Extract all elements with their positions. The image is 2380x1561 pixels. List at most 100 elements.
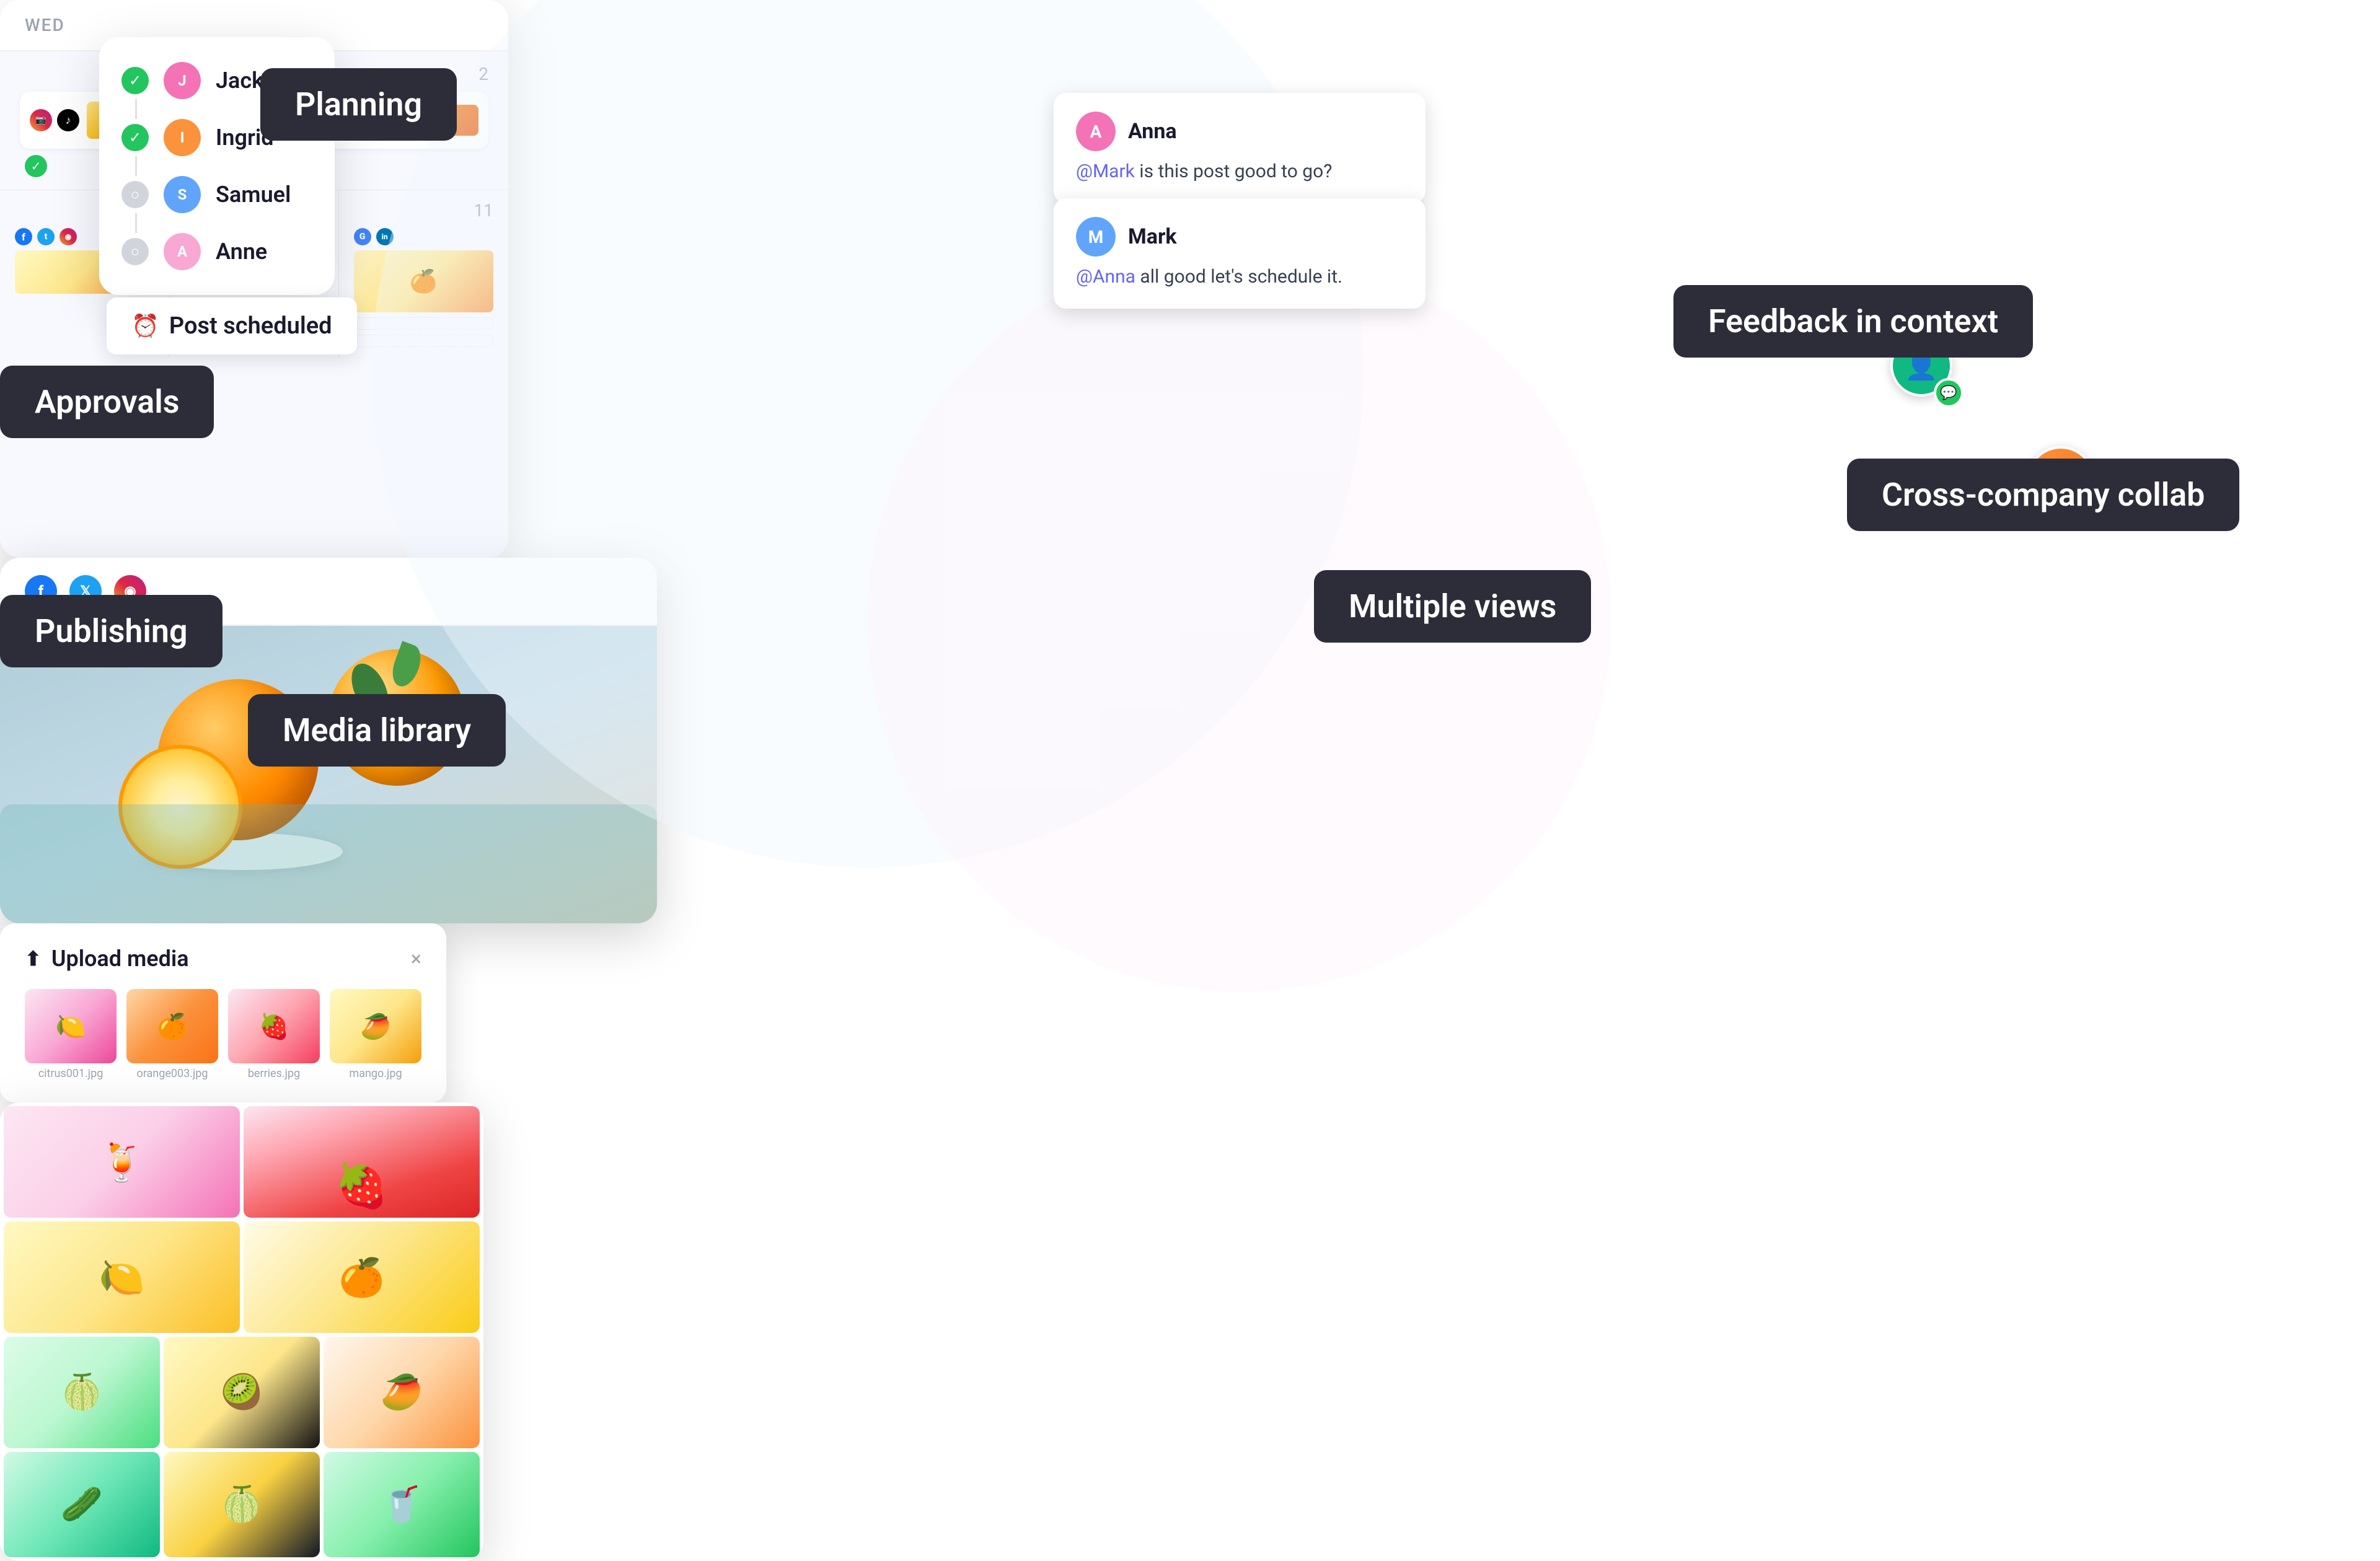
post-image-container	[0, 626, 657, 923]
linkedin-icon-11: in	[376, 228, 394, 245]
publishing-label-badge: Publishing	[0, 595, 223, 667]
approval-name-jack: Jack	[216, 68, 263, 94]
post-check-circle: ✓	[25, 155, 47, 177]
avatar-ingrid: I	[164, 119, 201, 156]
mark-comment-body: all good let's schedule it.	[1140, 266, 1342, 288]
avatar-mark-comment: M	[1076, 217, 1116, 257]
cloth	[0, 804, 657, 923]
media-label-1: citrus001.jpg	[25, 1067, 117, 1080]
post-thumb-11: 🍊	[354, 250, 493, 312]
icon-smoothie: 🥤	[381, 1485, 423, 1524]
tiktok-icon-small: ♪	[57, 109, 79, 131]
feedback-in-context-badge: Feedback in context	[1673, 285, 2033, 358]
social-icons-11: G in	[354, 228, 493, 245]
clock-icon: ⏰	[131, 313, 159, 339]
img-strawberry: 🍓	[244, 1106, 480, 1218]
media-thumb-2[interactable]: 🍊 orange003.jpg	[126, 989, 218, 1080]
icon-extra1: 🥒	[61, 1485, 103, 1524]
mg-item-lime: 🍈	[4, 1337, 160, 1448]
media-thumb-yellow: 🥭	[330, 989, 421, 1063]
approval-avatar-anne: A	[164, 233, 201, 270]
post-scheduled-text: Post scheduled	[169, 312, 332, 340]
mg-item-pink-drink: 🍹	[4, 1106, 240, 1218]
media-thumb-1[interactable]: 🍋 citrus001.jpg	[25, 989, 117, 1080]
cal-col-11: 11 G in 🍊	[339, 190, 508, 357]
icon-papaya: 🥭	[381, 1373, 423, 1412]
planning-label-badge: Planning	[260, 68, 457, 141]
img-extra1: 🥒	[4, 1452, 160, 1557]
instagram-icon-9: ◉	[60, 228, 77, 245]
img-smoothie: 🥤	[324, 1452, 480, 1557]
media-grid-card: 🍹 🍓 🍋 🍊 🍈	[0, 1102, 483, 1561]
avatar-badge-1: 💬	[1934, 378, 1963, 408]
upload-title-row: ⬆ Upload media	[25, 946, 189, 972]
mg-item-extra2: 🍈	[164, 1452, 320, 1557]
cal-post-11: G in 🍊	[354, 228, 493, 312]
icon-extra2: 🍈	[221, 1485, 263, 1524]
comment-bubble-mark: M Mark @Anna all good let's schedule it.	[1054, 198, 1426, 309]
icon-pink-drink: 🍹	[99, 1140, 145, 1184]
comment-name-mark: Mark	[1128, 224, 1177, 249]
calendar-day-label: WED	[25, 15, 65, 35]
avatar-jack: J	[164, 62, 201, 99]
approval-avatar-samuel: S	[164, 176, 201, 213]
upload-media-card: ⬆ Upload media × 🍋 citrus001.jpg 🍊 orang…	[0, 923, 446, 1102]
approvals-label-badge: Approvals	[0, 366, 214, 438]
media-grid-bottom: 🍈 🥝 🥭	[0, 1337, 483, 1452]
icon-lemon: 🍊	[338, 1255, 385, 1299]
mg-item-smoothie: 🥤	[324, 1452, 480, 1557]
icon-seeds: 🥝	[221, 1373, 263, 1412]
media-grid-extra: 🥒 🍈 🥤	[0, 1452, 483, 1561]
img-seeds: 🥝	[164, 1337, 320, 1448]
mg-item-strawberry: 🍓	[244, 1106, 480, 1218]
approval-item-anne: ○ A Anne	[121, 233, 312, 270]
avatar-anna-comment: A	[1076, 112, 1116, 151]
media-thumb-pink: 🍋	[25, 989, 117, 1063]
img-papaya: 🥭	[324, 1337, 480, 1448]
cross-company-collab-badge: Cross-company collab	[1847, 459, 2239, 531]
img-pink-drink: 🍹	[4, 1106, 240, 1218]
post-scheduled-badge: ⏰ Post scheduled	[107, 297, 357, 354]
approval-name-anne: Anne	[216, 239, 267, 265]
instagram-icon-small: 📷	[30, 109, 52, 131]
mg-item-seeds: 🥝	[164, 1337, 320, 1448]
comment-bubble-anna: A Anna @Mark is this post good to go?	[1054, 93, 1426, 203]
approval-dot-anne: ○	[121, 238, 149, 265]
mg-item-papaya: 🥭	[324, 1337, 480, 1448]
img-extra2: 🍈	[164, 1452, 320, 1557]
avatar-samuel: S	[164, 176, 201, 213]
cal-date-11: 11	[354, 200, 493, 221]
empty-slot-11b	[354, 335, 493, 347]
facebook-icon-9: f	[15, 228, 32, 245]
media-label-4: mango.jpg	[330, 1067, 421, 1080]
anna-comment-body: is this post good to go?	[1139, 160, 1332, 182]
media-thumb-3[interactable]: 🍓 berries.jpg	[228, 989, 320, 1080]
thumb-content-4: 🥭	[330, 989, 421, 1063]
approval-avatar-jack: J	[164, 62, 201, 99]
comment-text-anna: @Mark is this post good to go?	[1076, 159, 1403, 185]
icon-yellow: 🍋	[99, 1255, 145, 1299]
img-yellow: 🍋	[4, 1221, 240, 1333]
media-thumb-4[interactable]: 🥭 mango.jpg	[330, 989, 421, 1080]
media-thumb-red: 🍓	[228, 989, 320, 1063]
mg-item-extra1: 🥒	[4, 1452, 160, 1557]
thumb-content-1: 🍋	[25, 989, 117, 1063]
mark-mention: @Anna	[1076, 266, 1135, 288]
thumb-content-3: 🍓	[228, 989, 320, 1063]
approval-item-samuel: ○ S Samuel	[121, 176, 312, 213]
empty-slot-11	[354, 317, 493, 330]
media-thumb-orange: 🍊	[126, 989, 218, 1063]
comment-header-mark: M Mark	[1076, 217, 1403, 257]
img-lemon: 🍊	[244, 1221, 480, 1333]
comment-text-mark: @Anna all good let's schedule it.	[1076, 264, 1403, 290]
mark-avatar-circle: M	[1076, 217, 1116, 257]
approval-dot-ingrid: ✓	[121, 124, 149, 151]
fruit-11: 🍊	[354, 250, 493, 312]
anna-avatar-circle: A	[1076, 112, 1116, 151]
upload-media-label: Upload media	[51, 946, 189, 972]
icon-strawberry: 🍓	[335, 1161, 389, 1211]
upload-close-button[interactable]: ×	[411, 947, 421, 970]
comment-name-anna: Anna	[1128, 119, 1177, 144]
upload-header: ⬆ Upload media ×	[25, 946, 421, 972]
mg-item-yellow: 🍋	[4, 1221, 240, 1333]
